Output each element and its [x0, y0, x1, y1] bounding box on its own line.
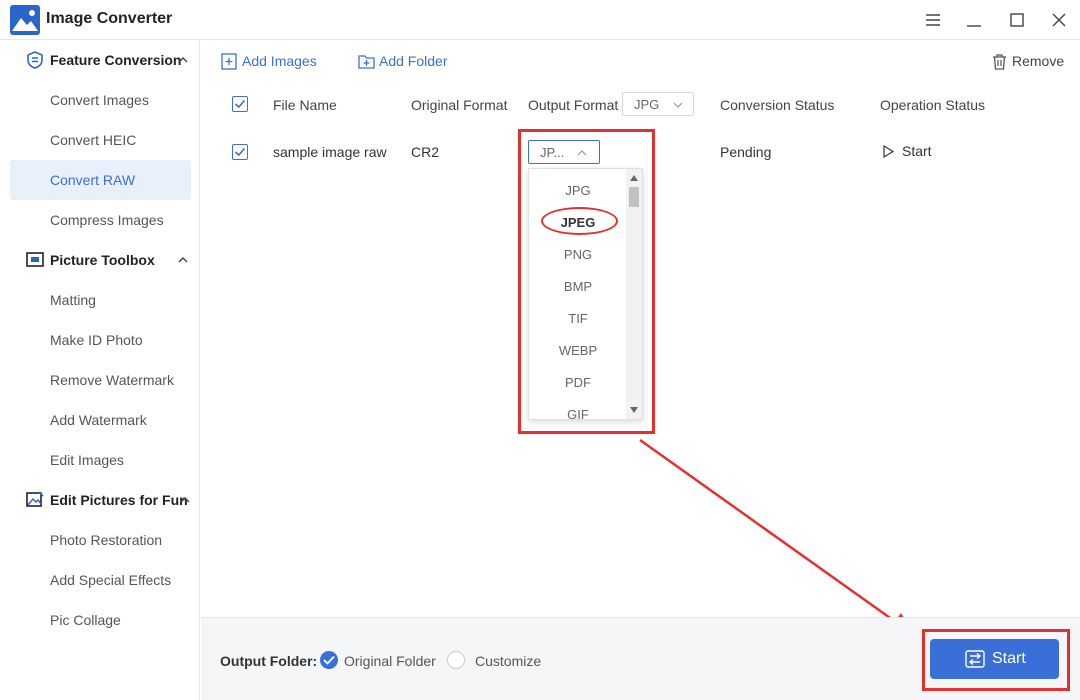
format-option-jpeg[interactable]: JPEG [529, 207, 627, 239]
close-button[interactable] [1047, 8, 1071, 32]
output-folder-label: Output Folder: [220, 653, 318, 669]
format-dropdown: JPG JPEG PNG BMP TIF WEBP PDF GIF [528, 168, 643, 420]
sidebar-item-compress-images[interactable]: Compress Images [10, 200, 191, 240]
maximize-button[interactable] [1005, 8, 1029, 32]
start-button[interactable]: Start [930, 639, 1059, 679]
customize-label[interactable]: Customize [475, 653, 541, 669]
sidebar-item-convert-images[interactable]: Convert Images [10, 80, 191, 120]
sidebar-item-pic-collage[interactable]: Pic Collage [10, 600, 191, 640]
menu-button[interactable] [921, 8, 945, 32]
sidebar-item-photo-restoration[interactable]: Photo Restoration [10, 520, 191, 560]
add-image-icon [221, 52, 237, 70]
scrollbar-thumb[interactable] [629, 187, 639, 207]
scroll-down-icon [630, 407, 638, 413]
scroll-up-icon [630, 175, 638, 181]
format-option-webp[interactable]: WEBP [529, 335, 627, 367]
header-operation-status: Operation Status [880, 97, 986, 113]
group-picture-toolbox[interactable]: Picture Toolbox [0, 240, 200, 280]
sidebar-item-add-special-effects[interactable]: Add Special Effects [10, 560, 191, 600]
row-checkbox[interactable] [232, 144, 248, 160]
group-label: Feature Conversion [50, 52, 182, 68]
add-folder-icon [358, 54, 375, 69]
minimize-button[interactable] [962, 8, 986, 32]
header-output-format: Output Format [528, 97, 619, 113]
add-folder-button[interactable]: Add Folder [358, 50, 447, 72]
close-icon [1052, 13, 1066, 27]
checkmark-icon [323, 655, 335, 665]
sidebar-item-convert-heic[interactable]: Convert HEIC [10, 120, 191, 160]
row-start-button[interactable]: Start [883, 143, 932, 159]
format-option-jpg[interactable]: JPG [529, 175, 627, 207]
dropdown-scrollbar[interactable] [626, 169, 642, 419]
remove-button[interactable]: Remove [991, 50, 1064, 72]
play-icon [883, 144, 894, 158]
bottom-bar: Output Folder: Original Folder Customize… [201, 617, 1080, 700]
sidebar-item-edit-images[interactable]: Edit Images [10, 440, 191, 480]
customize-radio[interactable] [447, 651, 465, 669]
maximize-icon [1010, 13, 1024, 27]
chevron-up-icon [178, 257, 188, 263]
chevron-up-icon [180, 497, 190, 503]
sidebar-item-convert-raw[interactable]: Convert RAW [10, 160, 191, 200]
group-edit-pictures-for-fun[interactable]: Edit Pictures for Fun [0, 480, 200, 520]
chevron-down-icon [673, 102, 683, 108]
header-file-name: File Name [273, 97, 337, 113]
chevron-up-icon [178, 57, 188, 63]
menu-icon [926, 14, 940, 26]
sidebar-item-make-id-photo[interactable]: Make ID Photo [10, 320, 191, 360]
header-original-format: Original Format [411, 97, 508, 113]
original-folder-radio[interactable] [320, 651, 338, 669]
picture-edit-icon [26, 491, 44, 507]
header-conversion-status: Conversion Status [720, 97, 835, 113]
mountain-landscape-icon [10, 5, 40, 35]
minimize-icon [967, 25, 981, 27]
table-header: File Name Original Format Output Format … [201, 84, 1080, 124]
output-format-select[interactable]: JP... [528, 140, 600, 164]
trash-icon [993, 53, 1006, 70]
original-folder-label[interactable]: Original Folder [344, 653, 436, 669]
file-name-cell: sample image raw [273, 144, 387, 160]
title-bar: Image Converter [0, 0, 1080, 40]
format-option-png[interactable]: PNG [529, 239, 627, 271]
sidebar-item-remove-watermark[interactable]: Remove Watermark [10, 360, 191, 400]
sidebar: Feature Conversion Convert Images Conver… [0, 40, 200, 700]
convert-arrows-icon [965, 650, 985, 668]
toolbox-frame-icon [26, 252, 44, 267]
format-option-tif[interactable]: TIF [529, 303, 627, 335]
add-images-button[interactable]: Add Images [221, 50, 317, 72]
checkmark-icon [234, 99, 246, 109]
sidebar-item-matting[interactable]: Matting [10, 280, 191, 320]
original-format-cell: CR2 [411, 144, 440, 160]
conversion-status-cell: Pending [720, 144, 772, 160]
app-title: Image Converter [46, 10, 173, 27]
format-option-pdf[interactable]: PDF [529, 367, 627, 399]
format-option-bmp[interactable]: BMP [529, 271, 627, 303]
group-label: Picture Toolbox [50, 252, 155, 268]
sidebar-item-add-watermark[interactable]: Add Watermark [10, 400, 191, 440]
group-feature-conversion[interactable]: Feature Conversion [0, 40, 200, 80]
convert-shield-icon [27, 51, 43, 69]
format-option-gif[interactable]: GIF [529, 399, 627, 419]
chevron-up-icon [577, 150, 587, 156]
group-label: Edit Pictures for Fun [50, 492, 188, 508]
output-format-all-select[interactable]: JPG [622, 92, 694, 116]
select-all-checkbox[interactable] [232, 96, 248, 112]
checkmark-icon [234, 147, 246, 157]
